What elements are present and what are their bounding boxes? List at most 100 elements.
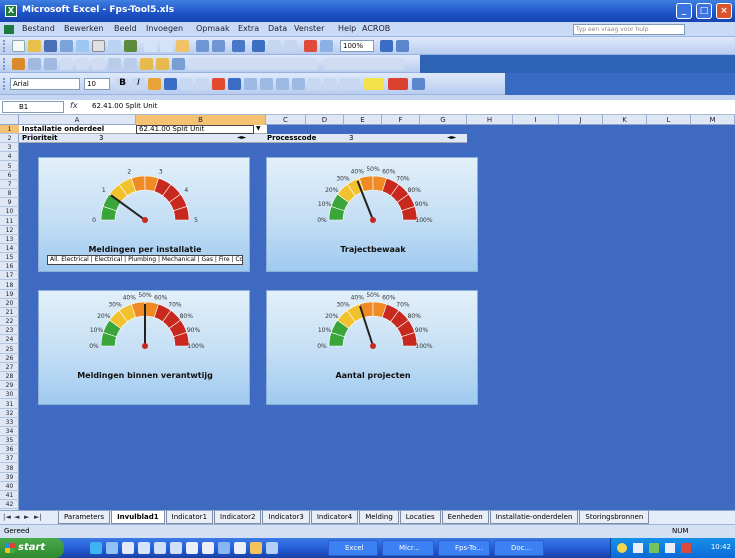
percent-icon[interactable]	[244, 78, 257, 90]
quicklaunch-icon-10[interactable]	[266, 542, 278, 554]
menu-beeld[interactable]: Beeld	[114, 24, 137, 33]
sheet-tab-locaties[interactable]: Locaties	[399, 511, 441, 524]
help-icon[interactable]	[380, 40, 393, 52]
sheet-tab-eenheden[interactable]: Eenheden	[441, 511, 489, 524]
prioriteit-value[interactable]: 3	[99, 134, 103, 142]
form-groupbox-icon[interactable]	[44, 58, 57, 70]
row-header-33[interactable]: 33	[0, 418, 19, 427]
menu-data[interactable]: Data	[268, 24, 287, 33]
italic-icon[interactable]: I	[132, 78, 145, 90]
quicklaunch-icon-1[interactable]	[122, 542, 134, 554]
row-header-10[interactable]: 10	[0, 207, 19, 217]
row-header-36[interactable]: 36	[0, 445, 19, 455]
quicklaunch-icon-6[interactable]	[202, 542, 214, 554]
form-scrollbar-icon[interactable]	[140, 58, 153, 70]
row-header-1[interactable]: 1	[0, 125, 19, 134]
row-header-15[interactable]: 15	[0, 253, 19, 263]
row-header-22[interactable]: 22	[0, 317, 19, 327]
task-button-fps-tool[interactable]: Fps-To...	[438, 540, 490, 556]
row-header-3[interactable]: 3	[0, 143, 19, 153]
sheet-tab-melding[interactable]: Melding	[359, 511, 399, 524]
row-header-14[interactable]: 14	[0, 244, 19, 253]
form-label-icon[interactable]	[12, 58, 25, 70]
open-icon[interactable]	[28, 40, 41, 52]
row-header-42[interactable]: 42	[0, 500, 19, 510]
first-sheet-icon[interactable]: |◄	[3, 513, 11, 521]
minimize-icon[interactable]: _	[676, 3, 692, 19]
print-preview-icon[interactable]	[108, 40, 121, 52]
row-header-35[interactable]: 35	[0, 436, 19, 446]
row-header-12[interactable]: 12	[0, 226, 19, 235]
column-header-b[interactable]: B	[136, 115, 266, 125]
toolbar-grip[interactable]	[3, 58, 8, 70]
row-header-26[interactable]: 26	[0, 354, 19, 363]
sheet-tab-parameters[interactable]: Parameters	[58, 511, 111, 524]
task-button-doc[interactable]: Doc...	[494, 540, 544, 556]
sort-asc-icon[interactable]	[268, 40, 281, 52]
row-header-29[interactable]: 29	[0, 381, 19, 391]
row-header-8[interactable]: 8	[0, 189, 19, 199]
increase-indent-icon[interactable]	[324, 78, 337, 90]
tray-icon-4[interactable]	[665, 543, 675, 553]
new-icon[interactable]	[12, 40, 25, 52]
decrease-indent-icon[interactable]	[308, 78, 321, 90]
row-header-6[interactable]: 6	[0, 171, 19, 180]
form-properties-icon[interactable]	[172, 58, 185, 70]
paste-icon[interactable]	[176, 40, 189, 52]
maximize-icon[interactable]: □	[696, 3, 712, 19]
column-header-j[interactable]: J	[559, 115, 603, 125]
align-left-icon[interactable]	[164, 78, 177, 90]
form-combobox-icon[interactable]	[124, 58, 137, 70]
reviewing-toolbar[interactable]	[188, 58, 318, 70]
row-header-37[interactable]: 37	[0, 454, 19, 464]
cut-icon[interactable]	[144, 40, 157, 52]
row-header-16[interactable]: 16	[0, 262, 19, 272]
prioriteit-spinner-icon[interactable]: ◄►	[237, 134, 246, 141]
row-header-41[interactable]: 41	[0, 491, 19, 500]
row-header-13[interactable]: 13	[0, 235, 19, 244]
drawing-icon[interactable]	[320, 40, 333, 52]
name-box[interactable]: B1	[2, 101, 64, 113]
row-header-38[interactable]: 38	[0, 464, 19, 473]
row-header-27[interactable]: 27	[0, 363, 19, 372]
form-button-icon[interactable]	[60, 58, 73, 70]
row-header-18[interactable]: 18	[0, 281, 19, 290]
column-header-e[interactable]: E	[344, 115, 382, 125]
quicklaunch-icon-9[interactable]	[250, 542, 262, 554]
form-editbox-icon[interactable]	[28, 58, 41, 70]
tray-icon-1[interactable]	[617, 543, 627, 553]
menu-invoegen[interactable]: Invoegen	[146, 24, 183, 33]
bold-icon[interactable]: B	[116, 78, 129, 90]
redo-icon[interactable]	[212, 40, 225, 52]
tray-icon-5[interactable]	[681, 543, 691, 553]
reviewing-end-button[interactable]	[324, 58, 404, 70]
column-header-m[interactable]: M	[691, 115, 735, 125]
help-search-input[interactable]: Typ een vraag voor hulp	[573, 24, 685, 35]
row-header-28[interactable]: 28	[0, 372, 19, 382]
prev-sheet-icon[interactable]: ◄	[14, 513, 22, 521]
align-center-icon[interactable]	[180, 78, 193, 90]
row-header-25[interactable]: 25	[0, 345, 19, 354]
menu-acrobat[interactable]: ACROB	[362, 24, 390, 33]
column-header-c[interactable]: C	[266, 115, 306, 125]
row-header-34[interactable]: 34	[0, 427, 19, 436]
row-header-21[interactable]: 21	[0, 308, 19, 317]
fill-color-icon[interactable]	[364, 78, 384, 90]
quicklaunch-icon-3[interactable]	[154, 542, 166, 554]
menu-opmaak[interactable]: Opmaak	[196, 24, 230, 33]
form-spinner-icon[interactable]	[156, 58, 169, 70]
menu-venster[interactable]: Venster	[294, 24, 324, 33]
form-option-icon[interactable]	[92, 58, 105, 70]
last-sheet-icon[interactable]: ►|	[34, 513, 42, 521]
decrease-decimal-icon[interactable]	[292, 78, 305, 90]
row-header-20[interactable]: 20	[0, 299, 19, 308]
row-header-17[interactable]: 17	[0, 271, 19, 281]
sheet-tab-indicator4[interactable]: Indicator4	[310, 511, 359, 524]
column-header-k[interactable]: K	[603, 115, 647, 125]
currency-icon[interactable]	[228, 78, 241, 90]
toolbar-options-icon[interactable]	[412, 78, 425, 90]
merge-center-icon[interactable]	[212, 78, 225, 90]
undo-icon[interactable]	[196, 40, 209, 52]
row-header-2[interactable]: 2	[0, 134, 19, 144]
comma-icon[interactable]	[260, 78, 273, 90]
